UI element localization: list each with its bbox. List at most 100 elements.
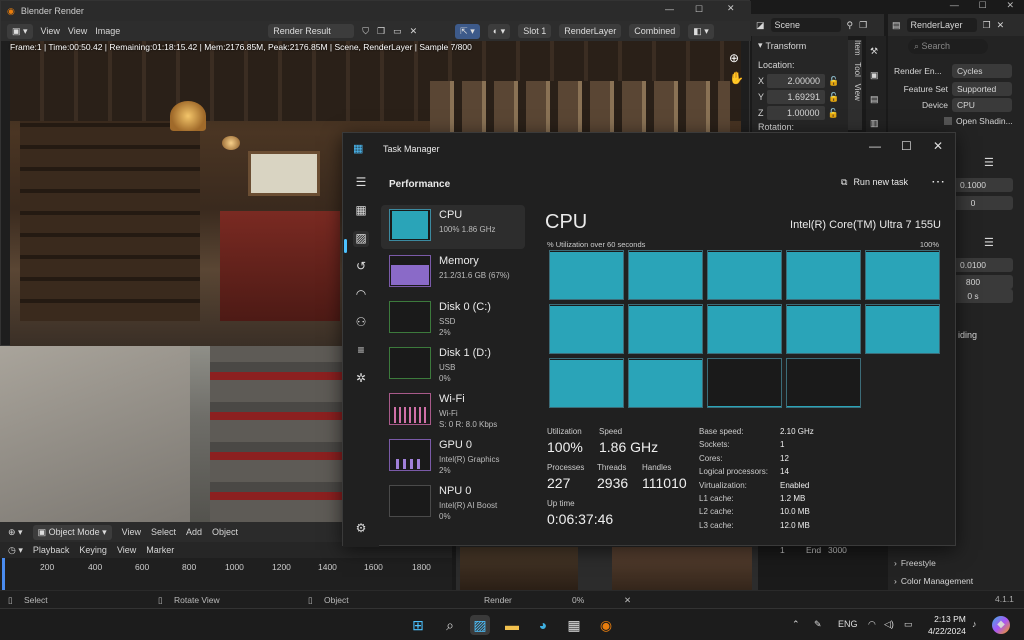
view-layer-field[interactable]: RenderLayer	[906, 18, 977, 32]
output-props-icon[interactable]: ▤	[870, 94, 879, 105]
startup-apps-icon[interactable]: ◠	[353, 287, 369, 303]
properties-search[interactable]: ⌕ Search	[908, 39, 988, 54]
services-icon[interactable]: ✲	[353, 371, 369, 387]
tray-chevron-icon[interactable]: ⌃	[792, 619, 800, 630]
tool-icon[interactable]: ⚒	[870, 46, 878, 57]
list-icon[interactable]: ☰	[984, 156, 994, 169]
close-icon[interactable]: ✕	[1007, 0, 1015, 14]
details-icon[interactable]: ≡	[353, 343, 369, 359]
list-icon[interactable]: ☰	[984, 236, 994, 249]
color-management-panel[interactable]: Color Management	[901, 576, 973, 586]
timeline-area[interactable]: 200 400 600 800 1000 1200 1400 1600 1800	[0, 558, 452, 590]
tab-tool[interactable]: Tool	[853, 62, 862, 77]
resource-item-disk1[interactable]: Disk 1 (D:) USB 0%	[381, 343, 525, 387]
slot-select[interactable]: Slot 1	[518, 24, 552, 38]
object-mode-select[interactable]: ▣ Object Mode ▾	[32, 524, 112, 540]
open-shading-checkbox[interactable]	[944, 117, 952, 125]
pen-icon[interactable]: ✎	[814, 619, 822, 630]
scene-icon[interactable]: ◪	[756, 20, 765, 31]
location-y-field[interactable]: 1.69291	[767, 90, 826, 104]
playhead[interactable]	[2, 558, 5, 590]
sample-tool-icon[interactable]: ⇱ ▾	[455, 23, 480, 39]
hand-pan-icon[interactable]: ✋	[729, 71, 744, 85]
blender-taskbar-icon[interactable]: ◉	[596, 615, 616, 635]
minimize-icon[interactable]: —	[869, 139, 881, 153]
tab-item[interactable]: Item	[853, 40, 862, 56]
location-z-field[interactable]: 1.00000	[766, 106, 825, 120]
maximize-icon[interactable]: ☐	[979, 0, 987, 14]
expand-icon[interactable]: ›	[894, 558, 897, 568]
render-props-icon[interactable]: ▣	[870, 70, 879, 81]
menu-image[interactable]: Image	[95, 26, 120, 36]
vp-menu-select[interactable]: Select	[151, 527, 176, 537]
vp-menu-view[interactable]: View	[122, 527, 141, 537]
editor-type-icon-viewport[interactable]: ⊕ ▾	[8, 527, 23, 538]
expand-icon[interactable]: ›	[894, 576, 897, 586]
cancel-render-icon[interactable]: ✕	[624, 595, 631, 606]
preview-thumbnail[interactable]	[460, 547, 578, 591]
vp-menu-object[interactable]: Object	[212, 527, 238, 537]
remove-layer-icon[interactable]: ✕	[997, 20, 1005, 31]
folder-icon[interactable]: ▭	[393, 26, 402, 37]
minimize-icon[interactable]: —	[665, 4, 674, 14]
maximize-icon[interactable]: ☐	[695, 4, 703, 15]
hamburger-menu-icon[interactable]: ☰	[353, 175, 369, 191]
feature-set-select[interactable]: Supported	[952, 82, 1012, 96]
menu-view-2[interactable]: View	[68, 26, 87, 36]
resource-item-memory[interactable]: Memory 21.2/31.6 GB (67%)	[381, 251, 525, 295]
vp-menu-add[interactable]: Add	[186, 527, 202, 537]
volume-icon[interactable]: ◁)	[884, 619, 894, 630]
tab-view[interactable]: View	[853, 84, 862, 101]
image-name-field[interactable]: Render Result	[268, 24, 355, 38]
more-options-icon[interactable]: ⋯	[931, 173, 945, 190]
copy-icon[interactable]: ❐	[377, 26, 385, 37]
display-channels-icon[interactable]: ◐ ▾	[487, 23, 511, 39]
copy-layer-icon[interactable]: ❐	[983, 20, 991, 31]
app-history-icon[interactable]: ↺	[353, 259, 369, 275]
microsoft-store-icon[interactable]: ▦	[564, 615, 584, 635]
copilot-icon[interactable]: ◆	[992, 616, 1010, 634]
shield-icon[interactable]: ⛉	[362, 26, 369, 37]
location-x-field[interactable]: 2.00000	[767, 74, 826, 88]
battery-icon[interactable]: ▭	[904, 619, 913, 630]
resource-item-wifi[interactable]: Wi-Fi Wi-Fi S: 0 R: 8.0 Kbps	[381, 389, 525, 433]
taskbar-clock[interactable]: 2:13 PM 4/22/2024	[928, 613, 966, 637]
file-explorer-icon[interactable]: ▬	[502, 615, 522, 635]
preview-thumbnail[interactable]	[612, 547, 752, 591]
render-engine-select[interactable]: Cycles	[952, 64, 1012, 78]
freestyle-panel[interactable]: Freestyle	[901, 558, 936, 568]
scene-field[interactable]: Scene	[770, 18, 841, 32]
resource-item-gpu0[interactable]: GPU 0 Intel(R) Graphics 2%	[381, 435, 525, 479]
view-layer-props-icon[interactable]: ▥	[870, 118, 879, 129]
lock-icon[interactable]: 🔓	[828, 76, 839, 87]
maximize-icon[interactable]: ☐	[901, 139, 912, 153]
editor-type-icon[interactable]: ▣ ▾	[7, 23, 33, 39]
menu-playback[interactable]: Playback	[33, 545, 70, 555]
transform-header[interactable]: ▾ Transform	[758, 40, 806, 51]
start-windows-icon[interactable]: ⊞	[408, 615, 428, 635]
close-icon[interactable]: ✕	[727, 3, 735, 14]
view-layer-icon[interactable]: ▤	[892, 20, 901, 31]
resource-item-npu0[interactable]: NPU 0 Intel(R) AI Boost 0%	[381, 481, 525, 525]
task-manager-taskbar-icon[interactable]: ▨	[470, 615, 490, 635]
menu-keying[interactable]: Keying	[79, 545, 107, 555]
channels-icon[interactable]: ◧ ▾	[688, 23, 714, 39]
processes-icon[interactable]: ▦	[353, 203, 369, 219]
zoom-icon[interactable]: ⊕	[729, 51, 739, 65]
lock-icon[interactable]: 🔓	[828, 92, 839, 103]
performance-icon[interactable]: ▨	[353, 231, 369, 247]
clock-icon[interactable]: ◷ ▾	[8, 545, 23, 556]
lock-icon[interactable]: 🔓	[828, 108, 839, 119]
resource-item-disk0[interactable]: Disk 0 (C:) SSD 2%	[381, 297, 525, 341]
run-new-task-button[interactable]: ⧉ Run new task	[841, 177, 908, 188]
search-icon[interactable]: ⌕	[440, 615, 460, 635]
3d-viewport[interactable]	[0, 346, 342, 522]
unlink-icon[interactable]: ✕	[410, 26, 418, 37]
device-select[interactable]: CPU	[952, 98, 1012, 112]
copy-scene-icon[interactable]: ❐	[859, 20, 867, 31]
close-icon[interactable]: ✕	[933, 139, 943, 153]
layer-select[interactable]: RenderLayer	[559, 24, 622, 38]
pass-select[interactable]: Combined	[629, 24, 681, 38]
notification-bell-icon[interactable]: ♪	[972, 619, 977, 629]
minimize-icon[interactable]: —	[950, 0, 959, 14]
